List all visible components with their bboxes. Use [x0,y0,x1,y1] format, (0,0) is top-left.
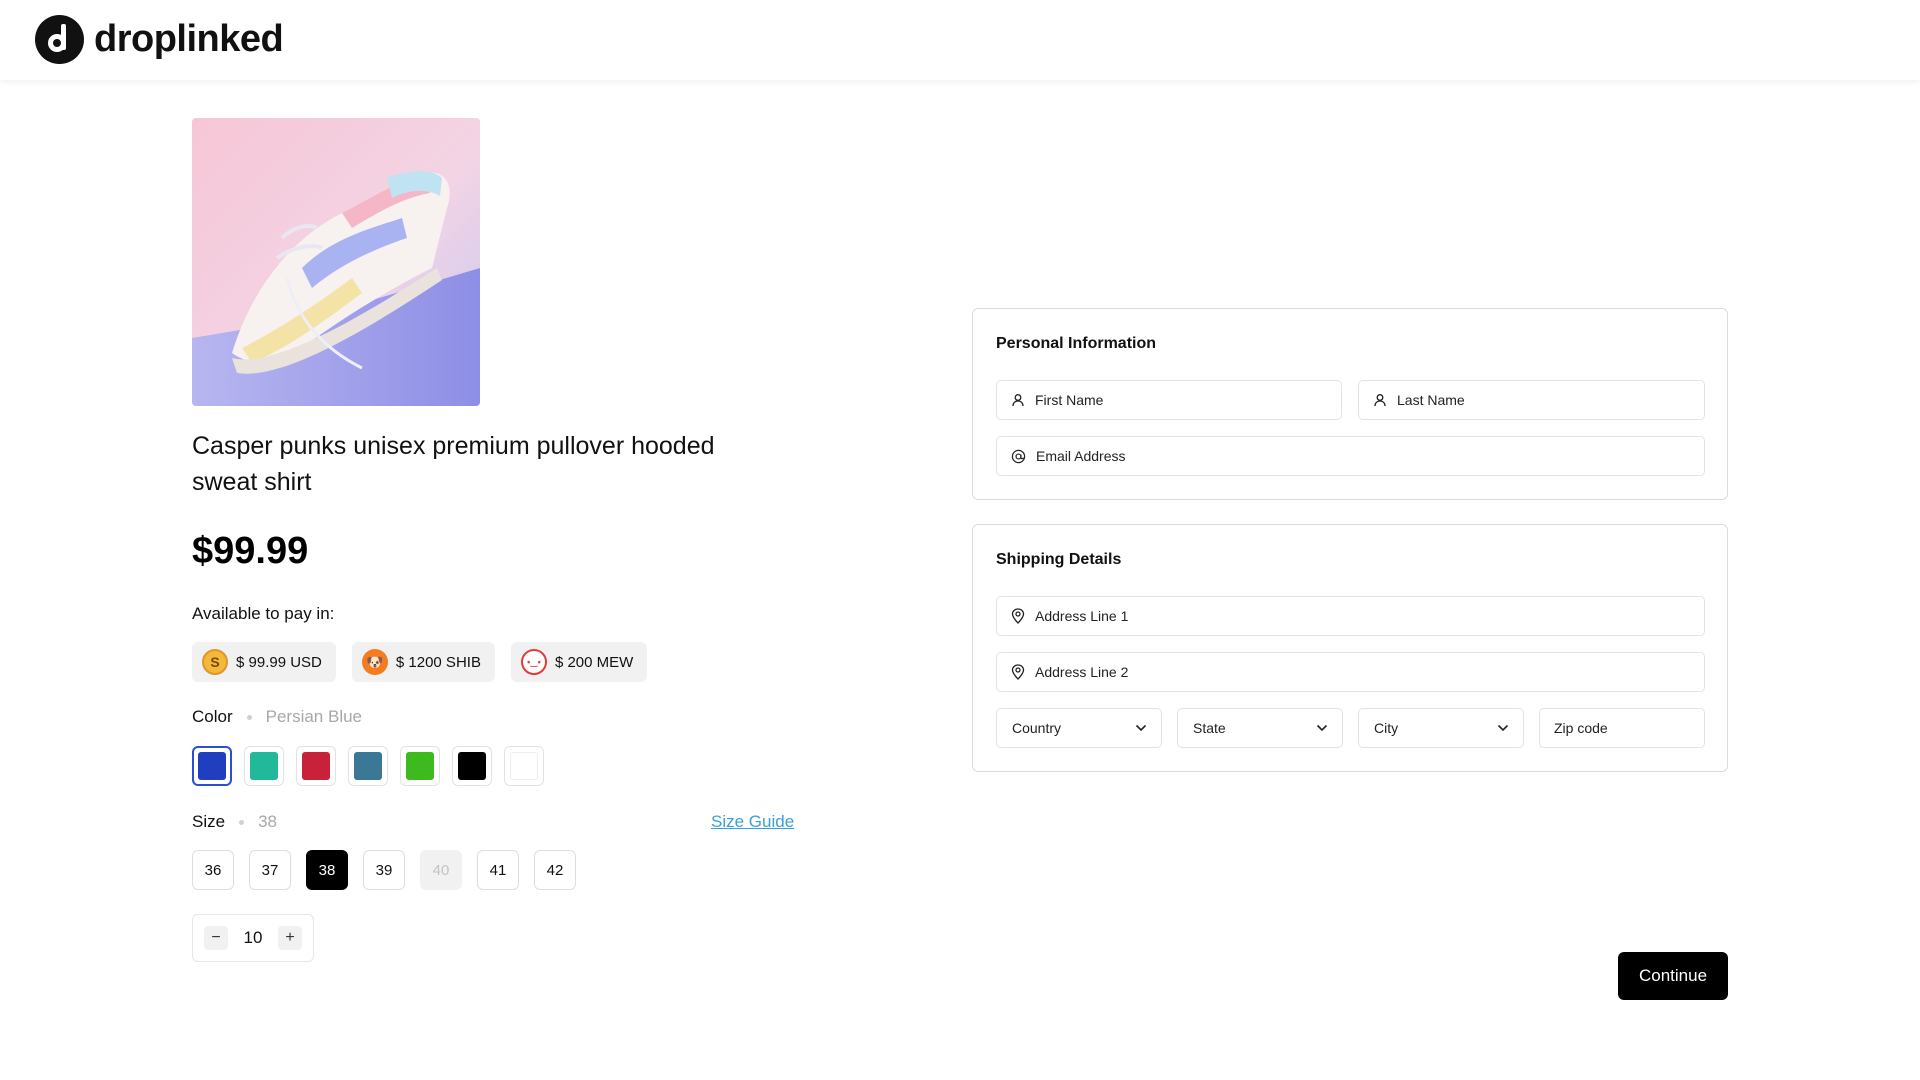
product-price: $99.99 [192,530,309,572]
pay-option-label: $ 200 MEW [554,653,634,671]
location-pin-icon [1011,664,1025,680]
size-option-39[interactable]: 39 [363,850,405,890]
first-name-field[interactable]: First Name [996,380,1342,420]
quantity-stepper: − 10 + [192,914,314,962]
decrease-quantity-button[interactable]: − [204,926,228,950]
top-header: droplinked [0,0,1920,80]
pay-option-mew[interactable]: •‿• $ 200 MEW [510,642,648,682]
size-option-41[interactable]: 41 [477,850,519,890]
selected-size-value: 38 [258,812,277,831]
country-select[interactable]: Country [996,708,1162,748]
country-select-label: Country [1012,720,1062,736]
selected-color-name: Persian Blue [265,707,363,726]
pay-option-shib[interactable]: 🐶 $ 1200 SHIB [351,642,495,682]
chevron-down-icon [1316,724,1328,732]
zip-code-field[interactable]: Zip code [1539,708,1705,748]
personal-information-card: Personal Information First Name Last Nam… [972,308,1728,500]
state-select-label: State [1193,720,1226,736]
shipping-details-title: Shipping Details [996,551,1122,568]
shib-token-icon: 🐶 [361,649,388,675]
color-swatch-teal[interactable] [244,746,284,786]
pay-option-label: $ 99.99 USD [236,653,322,671]
color-swatch-green[interactable] [400,746,440,786]
color-swatch-persian-blue[interactable] [192,746,232,786]
email-placeholder: Email Address [1036,448,1126,464]
size-option-36[interactable]: 36 [192,850,234,890]
size-option-40: 40 [420,850,462,890]
last-name-field[interactable]: Last Name [1358,380,1705,420]
size-selector-header: Size 38 [192,812,277,832]
color-swatch-black[interactable] [452,746,492,786]
pay-option-label: $ 1200 SHIB [395,653,481,671]
color-swatch-steel-blue[interactable] [348,746,388,786]
zip-code-placeholder: Zip code [1554,720,1608,736]
brand-logo[interactable]: droplinked [35,15,284,64]
color-swatch-white[interactable] [504,746,544,786]
address-line-1-field[interactable]: Address Line 1 [996,596,1705,636]
chevron-down-icon [1497,724,1509,732]
city-select-label: City [1374,720,1399,736]
address-line-2-field[interactable]: Address Line 2 [996,652,1705,692]
city-select[interactable]: City [1358,708,1524,748]
at-sign-icon [1011,449,1026,463]
product-image [192,118,480,406]
address-line-1-placeholder: Address Line 1 [1035,608,1129,624]
chevron-down-icon [1135,724,1147,732]
product-title: Casper punks unisex premium pullover hoo… [192,432,715,496]
email-field[interactable]: Email Address [996,436,1705,476]
size-options: 36 37 38 39 40 41 42 [192,850,576,890]
size-label: Size [192,812,226,831]
color-label: Color [192,707,233,726]
separator-dot [239,819,245,825]
continue-button[interactable]: Continue [1618,952,1728,1000]
size-option-38[interactable]: 38 [306,850,348,890]
usd-coin-icon: S [202,649,228,675]
separator-dot [246,714,252,720]
color-swatches [192,746,544,786]
color-swatch-red[interactable] [296,746,336,786]
personal-information-title: Personal Information [996,335,1157,352]
pay-options-label: Available to pay in: [192,604,335,623]
first-name-placeholder: First Name [1035,392,1104,408]
color-selector-header: Color Persian Blue [192,707,362,727]
size-option-37[interactable]: 37 [249,850,291,890]
increase-quantity-button[interactable]: + [277,926,302,950]
user-icon [1012,394,1024,407]
shipping-details-card: Shipping Details Address Line 1 Address … [972,524,1728,772]
mew-token-icon: •‿• [520,649,547,675]
pay-options: S $ 99.99 USD 🐶 $ 1200 SHIB •‿• $ 200 ME… [192,642,648,682]
quantity-value[interactable]: 10 [244,928,263,948]
brand-name: droplinked [94,18,284,60]
last-name-placeholder: Last Name [1397,392,1465,408]
size-option-42[interactable]: 42 [534,850,576,890]
droplinked-logo-icon [35,15,84,64]
state-select[interactable]: State [1177,708,1343,748]
location-pin-icon [1011,608,1025,624]
address-line-2-placeholder: Address Line 2 [1035,664,1129,680]
user-icon [1374,394,1386,407]
size-guide-link[interactable]: Size Guide [711,812,794,832]
pay-option-usd[interactable]: S $ 99.99 USD [192,642,336,682]
